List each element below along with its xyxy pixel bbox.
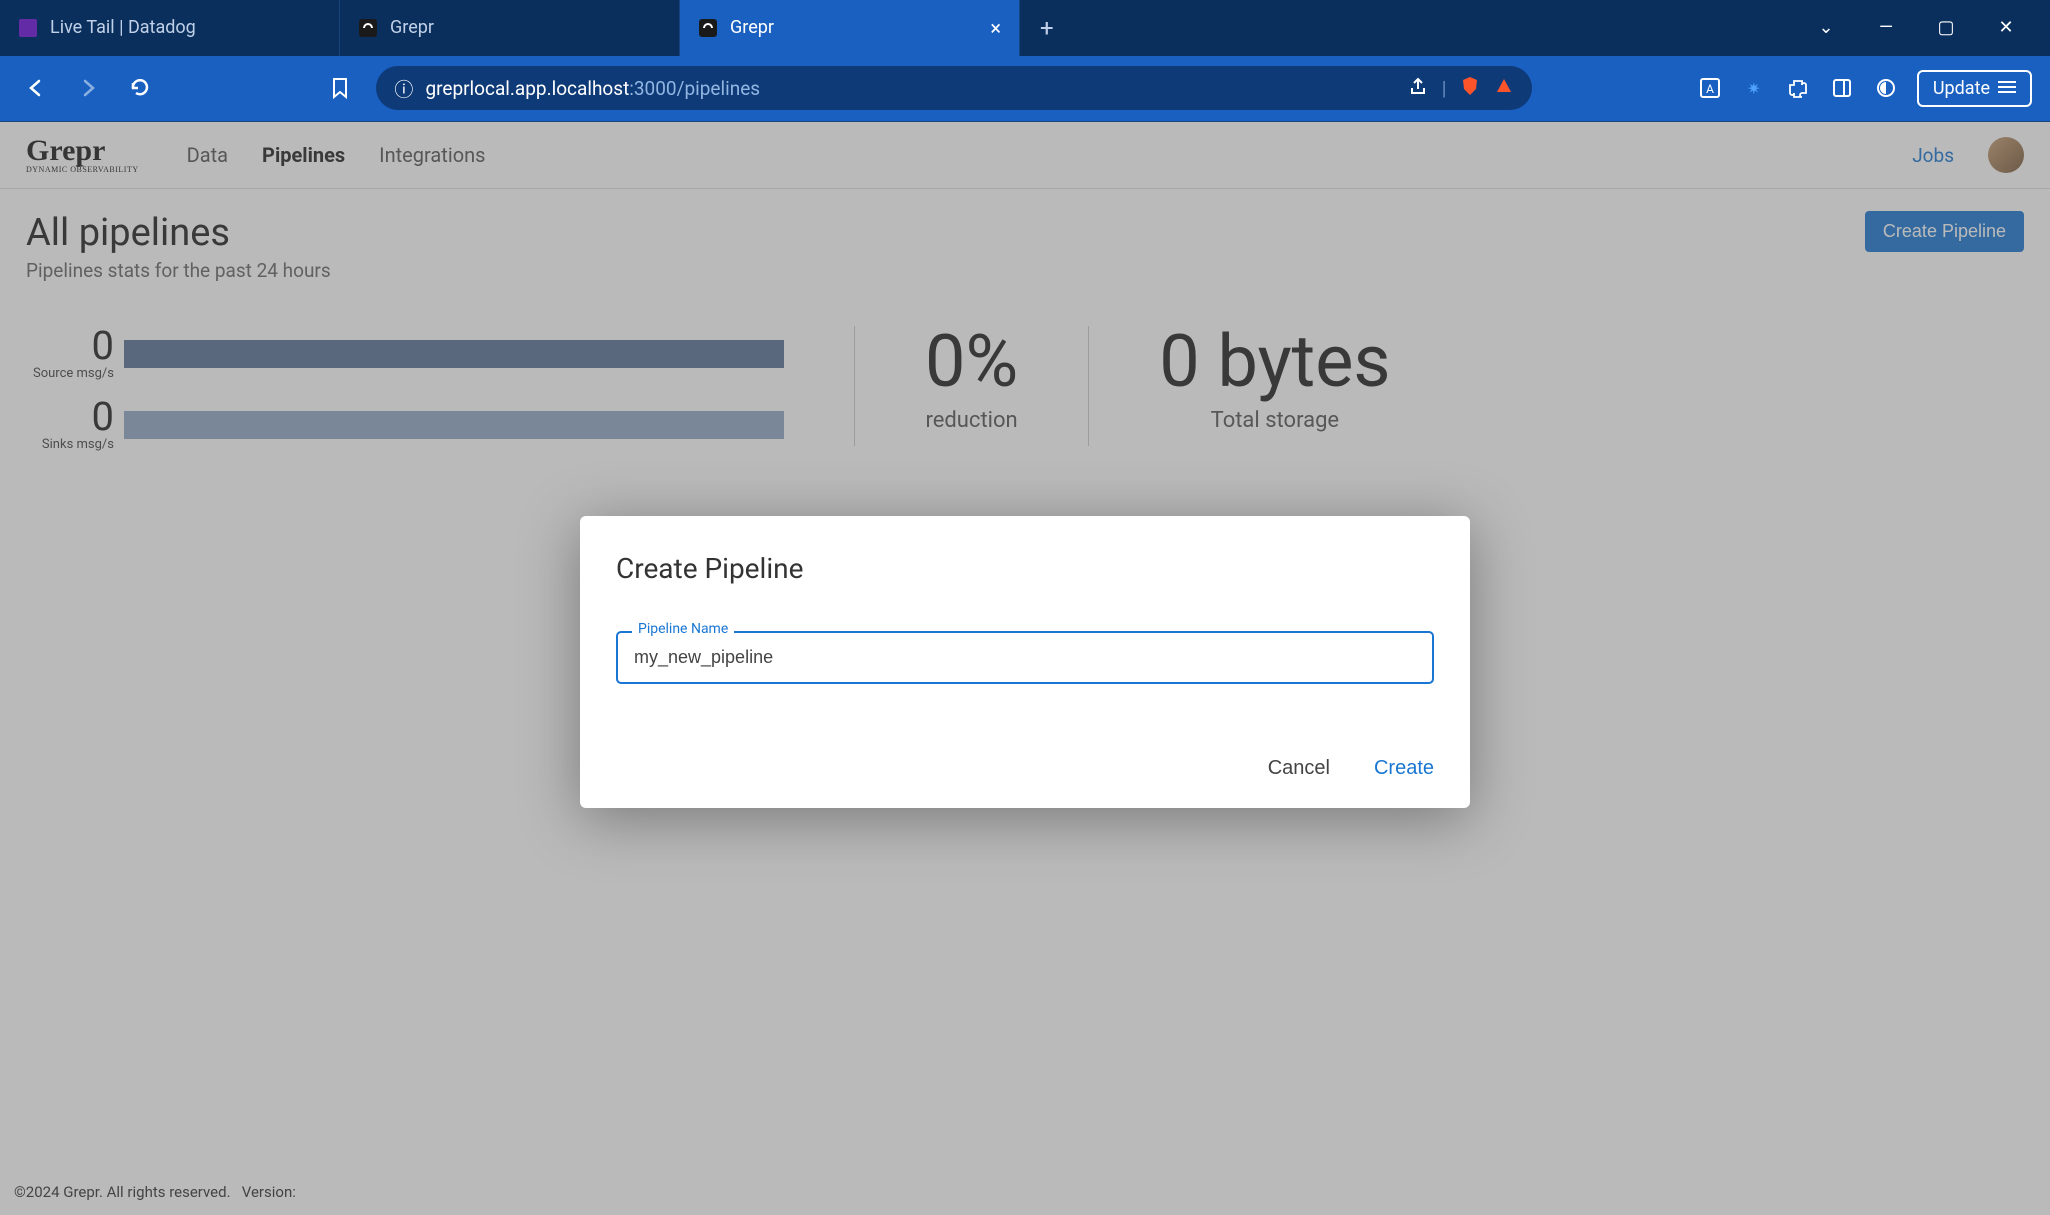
pipeline-name-label: Pipeline Name xyxy=(632,621,734,637)
extension-moon-icon[interactable] xyxy=(1873,75,1899,101)
chevron-down-icon[interactable]: ⌄ xyxy=(1798,8,1854,48)
window-controls: ⌄ — ▢ ✕ xyxy=(1798,8,2050,48)
tab-datadog[interactable]: Live Tail | Datadog xyxy=(0,0,340,56)
tab-grepr-active[interactable]: Grepr × xyxy=(680,0,1020,56)
address-bar[interactable]: ⓘ greprlocal.app.localhost:3000/pipeline… xyxy=(376,66,1532,110)
new-tab-button[interactable]: + xyxy=(1020,14,1074,42)
cancel-button[interactable]: Cancel xyxy=(1268,757,1330,780)
svg-text:A: A xyxy=(1706,82,1714,96)
tab-title: Live Tail | Datadog xyxy=(50,17,196,38)
create-pipeline-modal: Create Pipeline Pipeline Name Cancel Cre… xyxy=(580,516,1470,808)
url-bar: ⓘ greprlocal.app.localhost:3000/pipeline… xyxy=(0,56,2050,121)
brave-rewards-icon[interactable] xyxy=(1494,76,1514,101)
extension-sun-icon[interactable]: ✷ xyxy=(1741,75,1767,101)
grepr-icon xyxy=(358,18,378,38)
create-button[interactable]: Create xyxy=(1374,757,1434,780)
grepr-icon xyxy=(698,18,718,38)
close-icon[interactable]: × xyxy=(990,16,1001,40)
datadog-icon xyxy=(18,18,38,38)
extension-icons: A ✷ Update xyxy=(1697,70,2032,107)
update-button[interactable]: Update xyxy=(1917,70,2032,107)
hamburger-icon xyxy=(1998,78,2016,99)
maximize-button[interactable]: ▢ xyxy=(1918,8,1974,48)
tab-grepr-1[interactable]: Grepr xyxy=(340,0,680,56)
tab-bar: Live Tail | Datadog Grepr Grepr × + ⌄ — … xyxy=(0,0,2050,56)
modal-title: Create Pipeline xyxy=(616,552,1434,585)
brave-shield-icon[interactable] xyxy=(1460,75,1480,102)
browser-chrome: Live Tail | Datadog Grepr Grepr × + ⌄ — … xyxy=(0,0,2050,122)
bookmark-button[interactable] xyxy=(322,70,358,106)
share-icon[interactable] xyxy=(1408,76,1428,101)
tab-title: Grepr xyxy=(390,17,434,38)
tab-title: Grepr xyxy=(730,17,774,38)
extension-translate-icon[interactable]: A xyxy=(1697,75,1723,101)
sidebar-panel-icon[interactable] xyxy=(1829,75,1855,101)
close-window-button[interactable]: ✕ xyxy=(1978,8,2034,48)
forward-button[interactable] xyxy=(70,70,106,106)
back-button[interactable] xyxy=(18,70,54,106)
url-text: greprlocal.app.localhost:3000/pipelines xyxy=(425,77,760,100)
minimize-button[interactable]: — xyxy=(1858,8,1914,48)
reload-button[interactable] xyxy=(122,70,158,106)
pipeline-name-input[interactable] xyxy=(616,631,1434,684)
info-icon: ⓘ xyxy=(394,75,413,102)
extensions-puzzle-icon[interactable] xyxy=(1785,75,1811,101)
